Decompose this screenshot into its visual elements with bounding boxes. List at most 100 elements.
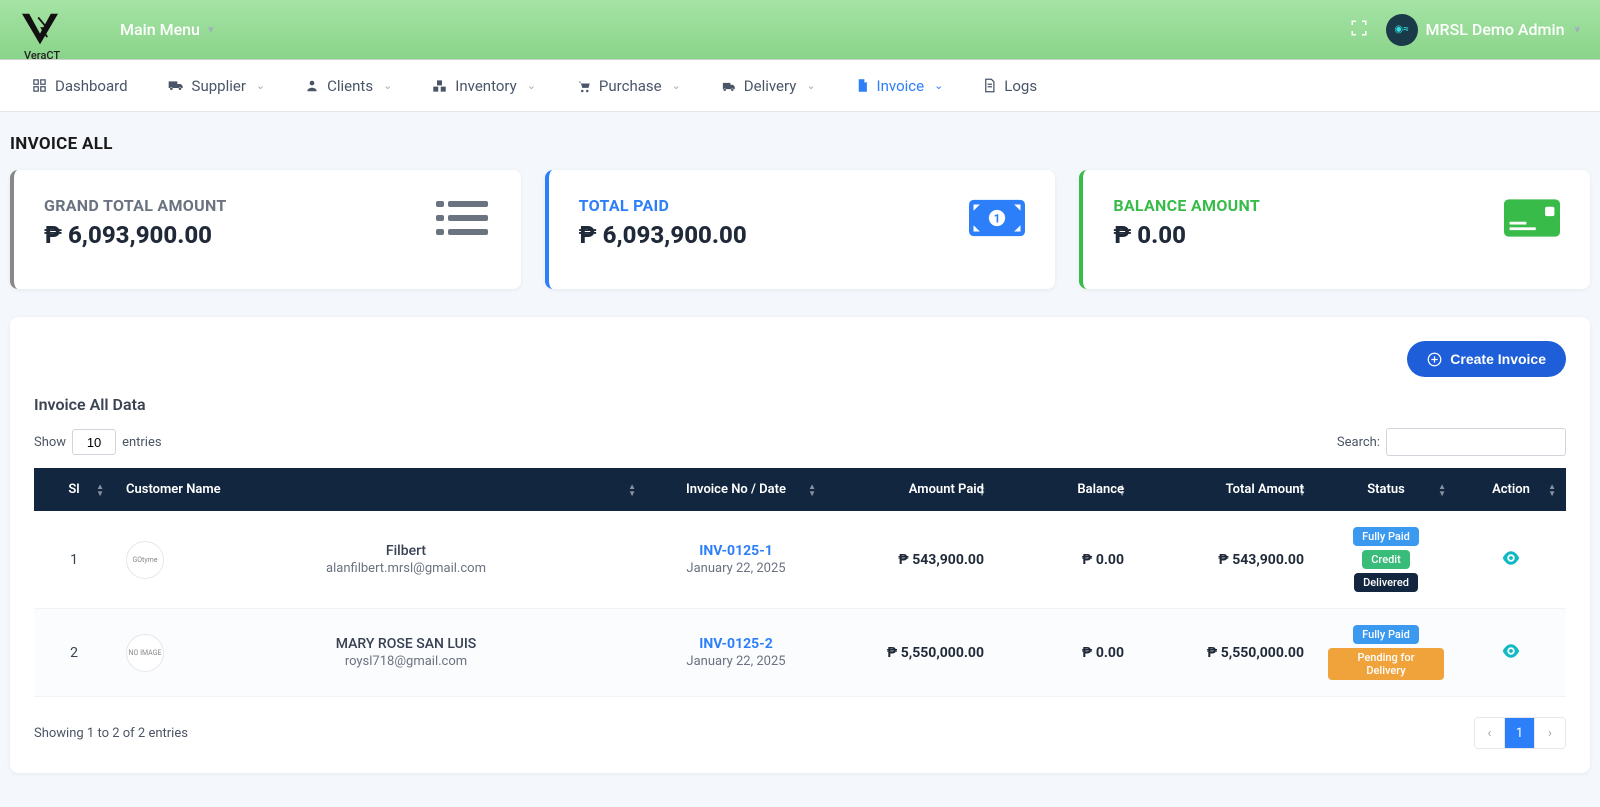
pager-page-1[interactable]: 1	[1505, 718, 1535, 748]
invoice-data-card: Create Invoice Invoice All Data Show ent…	[10, 317, 1590, 773]
nav-dashboard[interactable]: Dashboard	[12, 77, 148, 95]
cell-customer: GOtyme Filbert alanfilbert.mrsl@gmail.co…	[114, 511, 646, 609]
col-sl[interactable]: Sl▲▼	[34, 468, 114, 511]
status-badge: Credit	[1362, 550, 1410, 569]
chevron-down-icon: ⌄	[383, 79, 392, 92]
sort-icon: ▲▼	[1438, 483, 1446, 497]
cell-total: ₱ 5,550,000.00	[1136, 609, 1316, 697]
document-icon	[983, 78, 996, 93]
person-icon	[305, 79, 319, 93]
table-row: 1 GOtyme Filbert alanfilbert.mrsl@gmail.…	[34, 511, 1566, 609]
cell-sl: 2	[34, 609, 114, 697]
nav-supplier[interactable]: Supplier ⌄	[148, 77, 286, 95]
view-button[interactable]	[1502, 644, 1520, 658]
col-customer[interactable]: Customer Name▲▼	[114, 468, 646, 511]
user-menu[interactable]: ◉≈ MRSL Demo Admin ▾	[1386, 14, 1580, 46]
chevron-down-icon: ⌄	[256, 79, 265, 92]
customer-avatar: NO IMAGE	[126, 634, 164, 672]
card-label: GRAND TOTAL AMOUNT	[44, 196, 227, 215]
card-grand-total: GRAND TOTAL AMOUNT ₱ 6,093,900.00	[10, 170, 521, 289]
view-button[interactable]	[1502, 551, 1520, 565]
main-menu-label: Main Menu	[120, 20, 200, 39]
col-action[interactable]: Action▲▼	[1456, 468, 1566, 511]
card-balance: BALANCE AMOUNT ₱ 0.00	[1079, 170, 1590, 289]
cell-paid: ₱ 543,900.00	[826, 511, 996, 609]
data-section-title: Invoice All Data	[34, 395, 1566, 414]
chevron-down-icon: ⌄	[806, 79, 815, 92]
app-header: VeraCT Main Menu ▾ ◉≈ MRSL Demo Admin ▾	[0, 0, 1600, 60]
create-invoice-button[interactable]: Create Invoice	[1407, 341, 1566, 377]
brand-text: VeraCT	[24, 49, 60, 62]
table-info: Showing 1 to 2 of 2 entries	[34, 726, 188, 741]
avatar: ◉≈	[1386, 14, 1418, 46]
col-invoice[interactable]: Invoice No / Date▲▼	[646, 468, 826, 511]
top-nav: Dashboard Supplier ⌄ Clients ⌄ Inventory…	[0, 60, 1600, 112]
status-badge: Fully Paid	[1353, 625, 1419, 644]
entries-select[interactable]	[72, 429, 116, 455]
customer-avatar: GOtyme	[126, 541, 164, 579]
nav-delivery[interactable]: Delivery ⌄	[701, 77, 836, 95]
cell-invoice: INV-0125-2 January 22, 2025	[646, 609, 826, 697]
customer-email: roysl718@gmail.com	[345, 654, 467, 669]
col-balance[interactable]: Balance▲▼	[996, 468, 1136, 511]
customer-name: Filbert	[386, 543, 426, 559]
chevron-down-icon: ⌄	[527, 79, 536, 92]
card-value: ₱ 0.00	[1113, 221, 1260, 249]
sort-icon: ▲▼	[1118, 483, 1126, 497]
logo-icon	[20, 12, 60, 48]
cell-status: Fully Paid Credit Delivered	[1316, 511, 1456, 609]
sort-icon: ▲▼	[1298, 483, 1306, 497]
cell-paid: ₱ 5,550,000.00	[826, 609, 996, 697]
page-title: INVOICE ALL	[10, 134, 1590, 154]
nav-inventory[interactable]: Inventory ⌄	[412, 77, 556, 95]
col-paid[interactable]: Amount Paid▲▼	[826, 468, 996, 511]
brand-logo[interactable]: VeraCT	[20, 12, 60, 48]
pager-next[interactable]: ›	[1535, 718, 1565, 748]
col-total[interactable]: Total Amount▲▼	[1136, 468, 1316, 511]
card-value: ₱ 6,093,900.00	[44, 221, 227, 249]
invoice-number[interactable]: INV-0125-1	[658, 543, 814, 559]
status-badge: Pending for Delivery	[1328, 648, 1444, 680]
card-label: BALANCE AMOUNT	[1113, 196, 1260, 215]
card-total-paid: TOTAL PAID ₱ 6,093,900.00 1	[545, 170, 1056, 289]
main-menu-dropdown[interactable]: Main Menu ▾	[120, 20, 213, 39]
cart-icon	[576, 79, 591, 93]
customer-email: alanfilbert.mrsl@gmail.com	[326, 561, 486, 576]
sort-icon: ▲▼	[978, 483, 986, 497]
eye-icon	[1502, 644, 1520, 658]
status-badge: Delivered	[1354, 573, 1418, 592]
chevron-down-icon: ⌄	[934, 79, 943, 92]
card-label: TOTAL PAID	[579, 196, 747, 215]
col-status[interactable]: Status▲▼	[1316, 468, 1456, 511]
nav-logs[interactable]: Logs	[963, 77, 1057, 95]
svg-text:1: 1	[994, 212, 1001, 226]
stats-row: GRAND TOTAL AMOUNT ₱ 6,093,900.00 TOTAL …	[10, 170, 1590, 289]
chevron-down-icon: ▾	[208, 23, 214, 36]
nav-invoice[interactable]: Invoice ⌄	[836, 77, 964, 95]
cell-total: ₱ 543,900.00	[1136, 511, 1316, 609]
status-badge: Fully Paid	[1353, 527, 1419, 546]
card-value: ₱ 6,093,900.00	[579, 221, 747, 249]
customer-name: MARY ROSE SAN LUIS	[336, 636, 477, 652]
cell-status: Fully Paid Pending for Delivery	[1316, 609, 1456, 697]
fullscreen-icon[interactable]	[1350, 19, 1368, 41]
nav-clients[interactable]: Clients ⌄	[285, 77, 412, 95]
invoice-date: January 22, 2025	[658, 654, 814, 669]
list-icon	[435, 196, 491, 240]
invoice-number[interactable]: INV-0125-2	[658, 636, 814, 652]
sort-icon: ▲▼	[1548, 483, 1556, 497]
sort-icon: ▲▼	[96, 483, 104, 497]
entries-control: Show entries	[34, 429, 162, 455]
nav-purchase[interactable]: Purchase ⌄	[556, 77, 701, 95]
search-input[interactable]	[1386, 428, 1566, 456]
invoice-table: Sl▲▼ Customer Name▲▼ Invoice No / Date▲▼…	[34, 468, 1566, 697]
boxes-icon	[432, 79, 447, 93]
cell-action	[1456, 511, 1566, 609]
cell-balance: ₱ 0.00	[996, 609, 1136, 697]
pager-prev[interactable]: ‹	[1475, 718, 1505, 748]
chevron-down-icon: ⌄	[672, 79, 681, 92]
cell-action	[1456, 609, 1566, 697]
cell-invoice: INV-0125-1 January 22, 2025	[646, 511, 826, 609]
search-label: Search:	[1337, 435, 1380, 450]
cell-sl: 1	[34, 511, 114, 609]
